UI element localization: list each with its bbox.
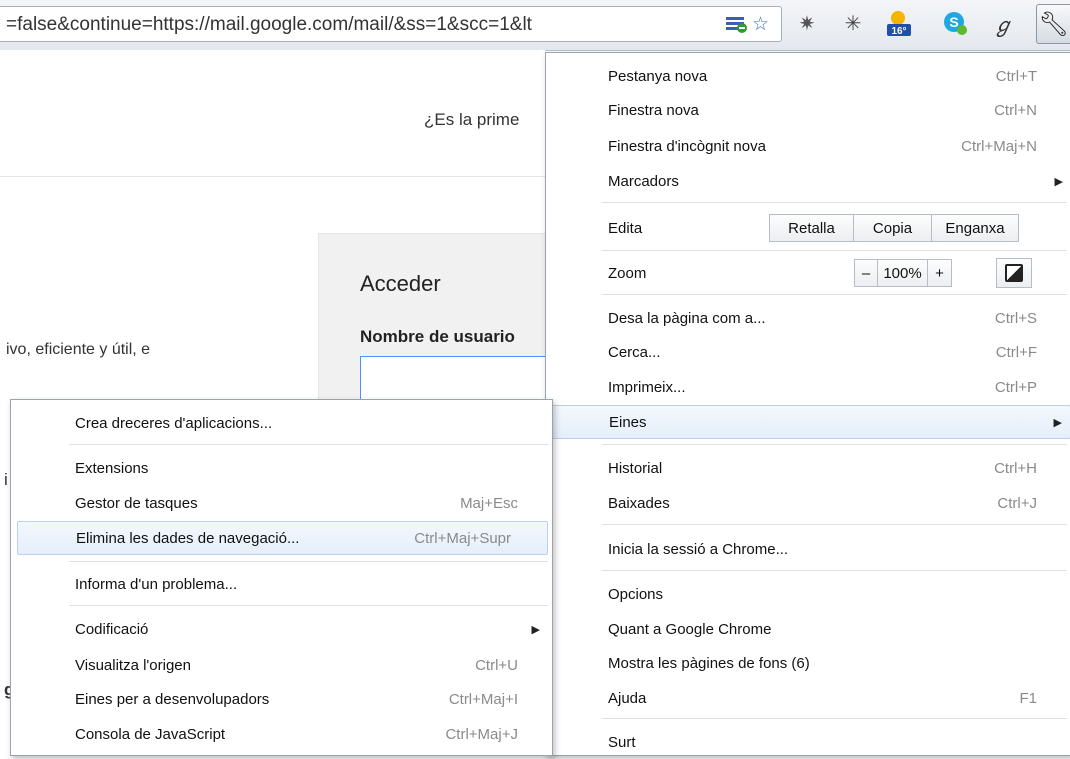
address-bar[interactable]: =false&continue=https://mail.google.com/…	[0, 6, 782, 42]
signin-title: Acceder	[360, 271, 441, 296]
menu-item-downloads[interactable]: Baixades Ctrl+J	[546, 486, 1070, 520]
menu-item-options[interactable]: Opcions	[546, 577, 1070, 611]
script-extension-icon[interactable]: ℊ	[988, 8, 1018, 38]
url-text[interactable]: =false&continue=https://mail.google.com/…	[6, 14, 724, 36]
weather-temp: 16°	[891, 26, 906, 37]
menu-item-background-pages[interactable]: Mostra les pàgines de fons (6)	[546, 646, 1070, 680]
username-label: Nombre de usuario	[360, 327, 515, 346]
chrome-main-menu: Pestanya nova Ctrl+T Finestra nova Ctrl+…	[545, 52, 1070, 756]
wrench-icon: 🔧︎	[1038, 10, 1069, 38]
menu-divider	[69, 561, 548, 562]
copy-button[interactable]: Copia	[854, 214, 932, 242]
wrench-menu-button[interactable]: 🔧︎	[1036, 4, 1070, 44]
menu-divider	[69, 444, 548, 445]
edit-buttons-group: Retalla Copia Enganxa	[769, 214, 1019, 242]
fullscreen-icon	[1005, 264, 1023, 282]
bookmark-star-icon[interactable]: ☆	[752, 15, 769, 35]
menu-item-sign-in[interactable]: Inicia la sessió a Chrome...	[546, 532, 1070, 566]
menu-item-new-window[interactable]: Finestra nova Ctrl+N	[546, 93, 1070, 127]
submenu-item-extensions[interactable]: Extensions	[11, 451, 552, 485]
menu-item-about[interactable]: Quant a Google Chrome	[546, 612, 1070, 646]
menu-item-history[interactable]: Historial Ctrl+H	[546, 451, 1070, 485]
menu-divider	[602, 202, 1067, 203]
submenu-item-report-issue[interactable]: Informa d'un problema...	[11, 567, 552, 601]
menu-divider	[602, 444, 1067, 445]
menu-divider	[602, 250, 1067, 251]
page-header: ¿Es la prime	[0, 50, 545, 177]
tools-submenu: Crea dreceres d'aplicacions... Extension…	[10, 399, 553, 756]
menu-divider	[602, 294, 1067, 295]
menu-item-tools[interactable]: Eines ▶	[546, 405, 1070, 439]
menu-item-zoom: Zoom	[608, 264, 647, 282]
submenu-arrow-icon: ▶	[1053, 416, 1062, 429]
cut-button[interactable]: Retalla	[769, 214, 854, 242]
skype-extension-icon[interactable]: S	[940, 8, 970, 38]
submenu-item-dev-tools[interactable]: Eines per a desenvolupadors Ctrl+Maj+I	[11, 682, 552, 716]
submenu-item-create-shortcuts[interactable]: Crea dreceres d'aplicacions...	[11, 406, 552, 440]
submenu-item-view-source[interactable]: Visualitza l'origen Ctrl+U	[11, 648, 552, 682]
gear-extension-icon[interactable]: ✷	[792, 8, 822, 38]
submenu-item-task-manager[interactable]: Gestor de tasques Maj+Esc	[11, 486, 552, 520]
menu-item-save-page[interactable]: Desa la pàgina com a... Ctrl+S	[546, 301, 1070, 335]
fullscreen-button[interactable]	[996, 258, 1032, 288]
menu-divider	[602, 570, 1067, 571]
submenu-item-clear-data[interactable]: Elimina les dades de navegació... Ctrl+M…	[17, 521, 548, 555]
question-text: ¿Es la prime	[424, 110, 520, 129]
weather-extension-icon[interactable]: 16°	[884, 8, 914, 38]
tagline-text: ivo, eficiente y útil, e	[6, 341, 151, 358]
menu-item-find[interactable]: Cerca... Ctrl+F	[546, 335, 1070, 369]
zoom-in-button[interactable]: +	[928, 259, 952, 287]
menu-divider	[602, 718, 1067, 719]
zoom-controls: – 100% +	[854, 259, 952, 287]
submenu-arrow-icon: ▶	[531, 623, 540, 636]
zoom-level: 100%	[878, 259, 928, 287]
submenu-item-js-console[interactable]: Consola de JavaScript Ctrl+Maj+J	[11, 717, 552, 751]
menu-item-help[interactable]: Ajuda F1	[546, 681, 1070, 715]
zoom-out-button[interactable]: –	[854, 259, 878, 287]
browser-toolbar: =false&continue=https://mail.google.com/…	[0, 0, 1070, 51]
menu-item-new-tab[interactable]: Pestanya nova Ctrl+T	[546, 59, 1070, 93]
menu-item-print[interactable]: Imprimeix... Ctrl+P	[546, 370, 1070, 404]
bug-extension-icon[interactable]: ✳	[838, 8, 868, 38]
username-input[interactable]	[360, 356, 560, 402]
submenu-arrow-icon: ▶	[1054, 175, 1063, 188]
menu-divider	[602, 524, 1067, 525]
menu-item-bookmarks[interactable]: Marcadors ▶	[546, 164, 1070, 198]
submenu-item-encoding[interactable]: Codificació ▶	[11, 612, 552, 646]
left-text-fragment: i	[4, 470, 8, 489]
flag-icon[interactable]	[726, 15, 748, 38]
menu-item-new-incognito[interactable]: Finestra d'incògnit nova Ctrl+Maj+N	[546, 129, 1070, 163]
menu-divider	[69, 605, 548, 606]
svg-text:S: S	[949, 14, 958, 30]
paste-button[interactable]: Enganxa	[932, 214, 1019, 242]
